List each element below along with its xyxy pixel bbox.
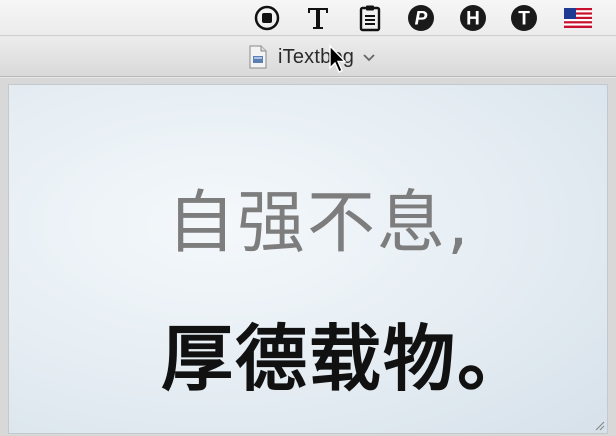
svg-text:P: P [415, 9, 428, 30]
document-icon [249, 45, 267, 69]
resize-grip-icon[interactable] [593, 419, 605, 431]
svg-text:T: T [518, 9, 530, 30]
svg-text:H: H [466, 9, 480, 30]
mouse-cursor-icon [329, 44, 347, 73]
t-circle-icon[interactable]: T [509, 4, 539, 32]
menu-bar: P H T [0, 0, 616, 36]
window-title[interactable]: iTextbog [248, 45, 376, 69]
text-line-2: 厚德载物。 [161, 317, 532, 401]
h-circle-icon[interactable]: H [458, 4, 488, 32]
text-tool-icon[interactable] [303, 4, 333, 32]
text-canvas: 自强不息, 厚德载物。 [8, 84, 608, 434]
p-circle-icon[interactable]: P [406, 4, 436, 32]
window-body: 自强不息, 厚德载物。 [0, 78, 616, 436]
record-icon[interactable] [253, 4, 281, 32]
us-flag-icon[interactable] [562, 4, 594, 32]
chevron-down-icon[interactable] [362, 52, 376, 62]
window-title-bar: iTextbog [0, 37, 616, 77]
text-line-1: 自强不息, [167, 184, 471, 263]
clipboard-icon[interactable] [356, 4, 384, 32]
